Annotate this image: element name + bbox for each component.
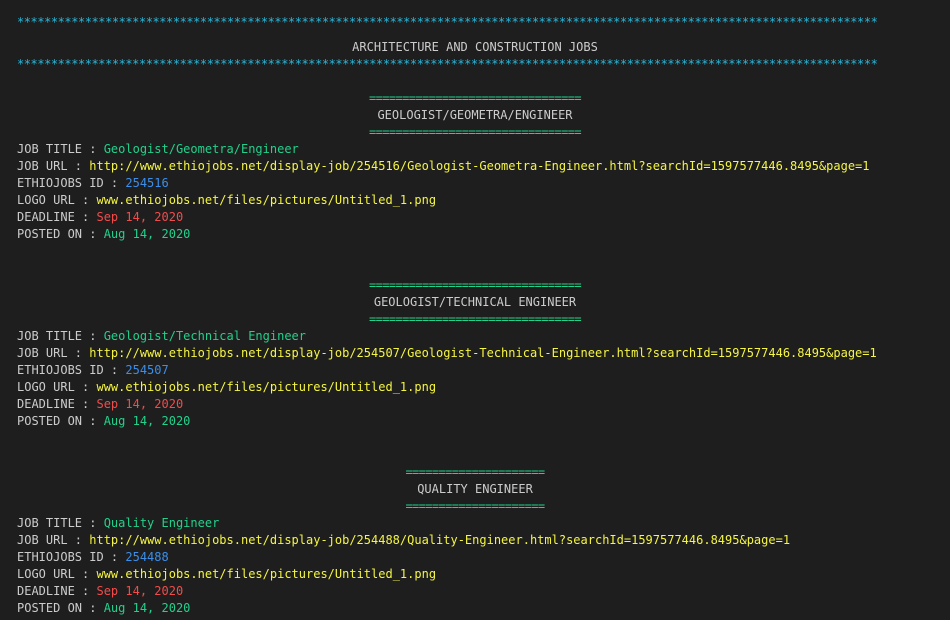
heading-rule-top: ===================== [405, 465, 545, 479]
job-url-row: JOB URL : http://www.ethiojobs.net/displ… [17, 532, 950, 549]
header-stars-top: ****************************************… [17, 15, 878, 29]
ethiojobs-id-row: ETHIOJOBS ID : 254516 [17, 175, 950, 192]
job-url-link[interactable]: http://www.ethiojobs.net/display-job/254… [89, 533, 790, 547]
logo-url-link[interactable]: www.ethiojobs.net/files/pictures/Untitle… [96, 193, 436, 207]
job-heading: QUALITY ENGINEER [417, 482, 533, 496]
category-title: ARCHITECTURE AND CONSTRUCTION JOBS [352, 40, 598, 54]
job-title-value: Quality Engineer [103, 516, 220, 530]
job-title-label: JOB TITLE : [17, 329, 104, 343]
posted-on-label: POSTED ON : [17, 227, 104, 241]
job-url-row: JOB URL : http://www.ethiojobs.net/displ… [17, 345, 950, 362]
logo-url-row: LOGO URL : www.ethiojobs.net/files/pictu… [17, 192, 950, 209]
job-title-row: JOB TITLE : Geologist/Technical Engineer [17, 328, 950, 345]
ethiojobs-id-label: ETHIOJOBS ID : [17, 363, 126, 377]
job-url-row: JOB URL : http://www.ethiojobs.net/displ… [17, 158, 950, 175]
logo-url-link[interactable]: www.ethiojobs.net/files/pictures/Untitle… [96, 567, 436, 581]
job-url-label: JOB URL : [17, 346, 90, 360]
posted-on-label: POSTED ON : [17, 601, 104, 615]
ethiojobs-id-value: 254516 [125, 176, 169, 190]
job-heading: GEOLOGIST/TECHNICAL ENGINEER [373, 295, 577, 309]
deadline-label: DEADLINE : [17, 210, 97, 224]
job-title-value: Geologist/Technical Engineer [103, 329, 306, 343]
logo-url-label: LOGO URL : [17, 380, 97, 394]
job-url-link[interactable]: http://www.ethiojobs.net/display-job/254… [89, 159, 869, 173]
deadline-value: Sep 14, 2020 [96, 210, 184, 224]
job-title-row: JOB TITLE : Quality Engineer [17, 515, 950, 532]
deadline-value: Sep 14, 2020 [96, 584, 184, 598]
job-block: ================================ GEOLOGI… [17, 90, 950, 243]
ethiojobs-id-label: ETHIOJOBS ID : [17, 550, 126, 564]
heading-rule-top: ================================ [369, 91, 582, 105]
posted-on-label: POSTED ON : [17, 414, 104, 428]
deadline-value: Sep 14, 2020 [96, 397, 184, 411]
posted-on-row: POSTED ON : Aug 14, 2020 [17, 600, 950, 617]
job-block: ===================== QUALITY ENGINEER =… [17, 464, 950, 617]
heading-rule-bottom: ================================ [369, 125, 582, 139]
job-title-row: JOB TITLE : Geologist/Geometra/Engineer [17, 141, 950, 158]
job-title-label: JOB TITLE : [17, 142, 104, 156]
heading-rule-bottom: ===================== [405, 499, 545, 513]
job-url-link[interactable]: http://www.ethiojobs.net/display-job/254… [89, 346, 876, 360]
logo-url-label: LOGO URL : [17, 567, 97, 581]
posted-on-value: Aug 14, 2020 [103, 227, 191, 241]
logo-url-row: LOGO URL : www.ethiojobs.net/files/pictu… [17, 566, 950, 583]
header-stars-bottom: ****************************************… [17, 57, 878, 71]
ethiojobs-id-value: 254507 [125, 363, 169, 377]
logo-url-link[interactable]: www.ethiojobs.net/files/pictures/Untitle… [96, 380, 436, 394]
job-url-label: JOB URL : [17, 533, 90, 547]
deadline-label: DEADLINE : [17, 584, 97, 598]
deadline-row: DEADLINE : Sep 14, 2020 [17, 209, 950, 226]
ethiojobs-id-label: ETHIOJOBS ID : [17, 176, 126, 190]
job-url-label: JOB URL : [17, 159, 90, 173]
job-title-label: JOB TITLE : [17, 516, 104, 530]
deadline-row: DEADLINE : Sep 14, 2020 [17, 583, 950, 600]
terminal-output[interactable]: ****************************************… [0, 0, 950, 620]
logo-url-label: LOGO URL : [17, 193, 97, 207]
posted-on-value: Aug 14, 2020 [103, 414, 191, 428]
logo-url-row: LOGO URL : www.ethiojobs.net/files/pictu… [17, 379, 950, 396]
posted-on-row: POSTED ON : Aug 14, 2020 [17, 413, 950, 430]
ethiojobs-id-row: ETHIOJOBS ID : 254507 [17, 362, 950, 379]
heading-rule-bottom: ================================ [369, 312, 582, 326]
job-block: ================================ GEOLOGI… [17, 277, 950, 430]
deadline-label: DEADLINE : [17, 397, 97, 411]
heading-rule-top: ================================ [369, 278, 582, 292]
job-title-value: Geologist/Geometra/Engineer [103, 142, 299, 156]
posted-on-value: Aug 14, 2020 [103, 601, 191, 615]
posted-on-row: POSTED ON : Aug 14, 2020 [17, 226, 950, 243]
deadline-row: DEADLINE : Sep 14, 2020 [17, 396, 950, 413]
ethiojobs-id-row: ETHIOJOBS ID : 254488 [17, 549, 950, 566]
ethiojobs-id-value: 254488 [125, 550, 169, 564]
job-heading: GEOLOGIST/GEOMETRA/ENGINEER [377, 108, 573, 122]
